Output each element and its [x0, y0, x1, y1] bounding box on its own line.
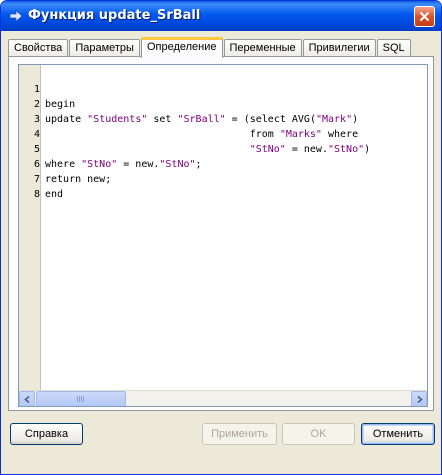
- close-button[interactable]: [414, 6, 435, 27]
- chevron-right-icon: [416, 395, 423, 403]
- tab-strip: Свойства Параметры Определение Переменны…: [8, 37, 412, 58]
- tab-sql[interactable]: SQL: [376, 39, 411, 57]
- code-line[interactable]: 4 "StNo" = new."StNo"): [19, 112, 427, 155]
- line-number: 8: [33, 189, 40, 200]
- chevron-left-icon: [23, 395, 30, 403]
- code-line[interactable]: 1 begin: [19, 67, 427, 110]
- title-bar[interactable]: Функция update_SrBall: [1, 1, 441, 31]
- apply-button-label: Применить: [211, 428, 268, 440]
- tab-variables[interactable]: Переменные: [223, 39, 302, 57]
- grip-icon: [77, 396, 85, 402]
- close-icon: [419, 11, 430, 22]
- code-lines: 1 begin 2 update "Students" set "SrBall"…: [19, 67, 427, 200]
- code-line[interactable]: 2 update "Students" set "SrBall" = (sele…: [19, 82, 427, 125]
- tab-parameters[interactable]: Параметры: [69, 39, 140, 57]
- arrow-icon: [9, 9, 23, 23]
- scroll-left-button[interactable]: [19, 391, 35, 406]
- tab-definition[interactable]: Определение: [140, 37, 223, 58]
- tab-privileges[interactable]: Привилегии: [302, 39, 376, 57]
- code-line[interactable]: 8: [19, 172, 427, 200]
- ok-button[interactable]: OK: [282, 423, 355, 445]
- ok-button-label: OK: [310, 428, 327, 440]
- code-editor[interactable]: 1 begin 2 update "Students" set "SrBall"…: [18, 64, 428, 407]
- horizontal-scrollbar[interactable]: [19, 390, 427, 406]
- definition-panel: 1 begin 2 update "Students" set "SrBall"…: [8, 56, 434, 411]
- function-dialog: Функция update_SrBall Свойства Параметры…: [0, 0, 442, 475]
- cancel-button[interactable]: Отменить: [361, 423, 435, 445]
- window-title: Функция update_SrBall: [28, 8, 201, 23]
- scroll-thumb[interactable]: [36, 391, 126, 406]
- code-line[interactable]: 7 end: [19, 157, 427, 200]
- help-button-label: Справка: [24, 428, 69, 440]
- code-line[interactable]: 5 where "StNo" = new."StNo";: [19, 127, 427, 170]
- apply-button[interactable]: Применить: [202, 423, 277, 445]
- code-line[interactable]: 6 return new;: [19, 142, 427, 185]
- cancel-button-label: Отменить: [372, 428, 424, 440]
- help-button[interactable]: Справка: [10, 423, 83, 445]
- tab-properties[interactable]: Свойства: [8, 39, 69, 57]
- scroll-right-button[interactable]: [411, 391, 427, 406]
- code-line[interactable]: 3 from "Marks" where: [19, 97, 427, 140]
